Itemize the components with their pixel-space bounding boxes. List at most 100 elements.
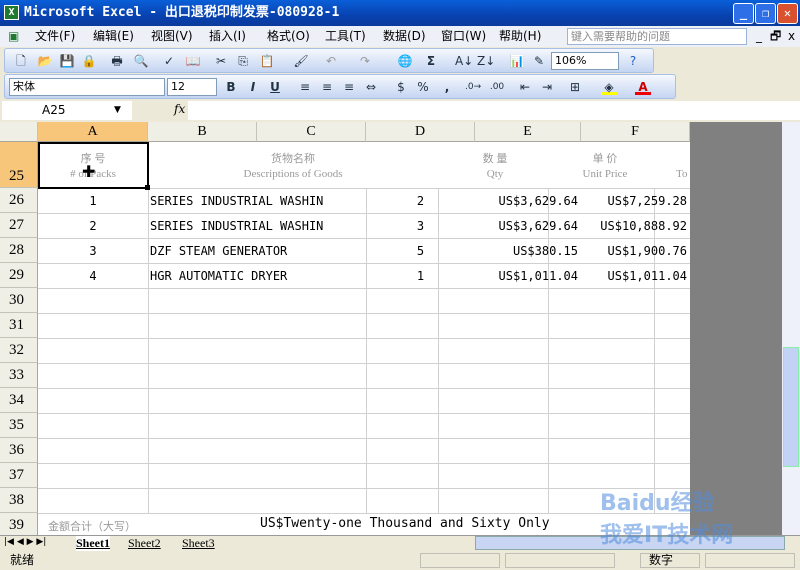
column-header-c[interactable]: C bbox=[257, 122, 366, 142]
cell-qty[interactable]: 3 bbox=[366, 219, 475, 233]
row-header[interactable]: 38 bbox=[0, 488, 38, 513]
font-color-icon[interactable]: A bbox=[635, 79, 651, 95]
doc-minimize-button[interactable]: _ bbox=[756, 26, 762, 47]
align-right-icon[interactable]: ≡ bbox=[341, 79, 357, 95]
cell-f[interactable]: US$1,900.76 bbox=[581, 244, 687, 258]
currency-icon[interactable]: $ bbox=[393, 79, 409, 95]
column-header-d[interactable]: D bbox=[366, 122, 475, 142]
column-header-f[interactable]: F bbox=[581, 122, 690, 142]
autosum-icon[interactable]: Σ bbox=[423, 53, 439, 69]
sort-descending-icon[interactable]: Z↓ bbox=[477, 53, 495, 69]
row-header[interactable]: 33 bbox=[0, 363, 38, 388]
cut-icon[interactable]: ✂ bbox=[213, 53, 229, 69]
increase-indent-icon[interactable]: ⇥ bbox=[539, 79, 555, 95]
vertical-scrollbar[interactable] bbox=[782, 122, 800, 535]
print-preview-icon[interactable]: 🔍 bbox=[133, 53, 149, 69]
zoom-select[interactable]: 106% bbox=[551, 52, 619, 70]
row-header[interactable]: 32 bbox=[0, 338, 38, 363]
cell-desc[interactable]: DZF STEAM GENERATOR bbox=[150, 244, 287, 258]
format-painter-icon[interactable]: 🖌 bbox=[293, 53, 309, 69]
row-header[interactable]: 35 bbox=[0, 413, 38, 438]
drawing-icon[interactable]: ✎ bbox=[531, 53, 547, 69]
bold-button[interactable]: B bbox=[223, 79, 239, 95]
comma-button[interactable]: , bbox=[439, 79, 455, 95]
sort-ascending-icon[interactable]: A↓ bbox=[455, 53, 473, 69]
open-icon[interactable]: 📂 bbox=[37, 53, 53, 69]
chevron-down-icon[interactable]: ▼ bbox=[114, 101, 121, 120]
permission-icon[interactable]: 🔒 bbox=[81, 53, 97, 69]
help-search-input[interactable]: 键入需要帮助的问题 bbox=[567, 28, 747, 45]
fill-handle[interactable] bbox=[145, 185, 150, 190]
row-header[interactable]: 34 bbox=[0, 388, 38, 413]
paste-icon[interactable]: 📋 bbox=[259, 53, 275, 69]
merge-center-icon[interactable]: ⇔ bbox=[363, 79, 379, 95]
scroll-thumb[interactable] bbox=[783, 347, 799, 467]
workbook-icon[interactable]: ▣ bbox=[8, 26, 19, 47]
decrease-indent-icon[interactable]: ⇤ bbox=[517, 79, 533, 95]
decrease-decimal-icon[interactable]: .00 bbox=[489, 79, 505, 95]
cell-desc[interactable]: SERIES INDUSTRIAL WASHIN bbox=[150, 194, 323, 208]
menu-file[interactable]: 文件(F) bbox=[35, 26, 75, 47]
tab-nav-arrows-icon[interactable]: |◀ ◀ ▶ ▶| bbox=[4, 537, 46, 547]
cell-desc[interactable]: SERIES INDUSTRIAL WASHIN bbox=[150, 219, 323, 233]
cell-e[interactable]: US$380.15 bbox=[475, 244, 578, 258]
tab-sheet2[interactable]: Sheet2 bbox=[128, 536, 161, 551]
menu-insert[interactable]: 插入(I) bbox=[209, 26, 246, 47]
menu-help[interactable]: 帮助(H) bbox=[499, 26, 541, 47]
doc-restore-button[interactable]: 🗗 bbox=[770, 26, 781, 47]
row-header[interactable]: 31 bbox=[0, 313, 38, 338]
underline-button[interactable]: U bbox=[267, 79, 283, 95]
align-left-icon[interactable]: ≡ bbox=[297, 79, 313, 95]
cell-f[interactable]: US$1,011.04 bbox=[581, 269, 687, 283]
cell-qty[interactable]: 5 bbox=[366, 244, 475, 258]
row-header[interactable]: 37 bbox=[0, 463, 38, 488]
column-header-e[interactable]: E bbox=[475, 122, 581, 142]
save-icon[interactable]: 💾 bbox=[59, 53, 75, 69]
insert-function-button[interactable]: fx bbox=[174, 102, 185, 116]
formula-input[interactable] bbox=[188, 101, 800, 120]
column-header-b[interactable]: B bbox=[148, 122, 257, 142]
italic-button[interactable]: I bbox=[245, 79, 261, 95]
align-center-icon[interactable]: ≡ bbox=[319, 79, 335, 95]
borders-icon[interactable]: ⊞ bbox=[567, 79, 583, 95]
cell-f[interactable]: US$10,888.92 bbox=[581, 219, 687, 233]
fill-color-icon[interactable]: ◈ bbox=[601, 79, 617, 95]
redo-icon[interactable]: ↷ bbox=[357, 53, 373, 69]
row-header[interactable]: 36 bbox=[0, 438, 38, 463]
print-icon[interactable]: 🖶 bbox=[109, 53, 125, 69]
menu-edit[interactable]: 编辑(E) bbox=[93, 26, 134, 47]
cell-e[interactable]: US$1,011.04 bbox=[475, 269, 578, 283]
row-header[interactable]: 39 bbox=[0, 513, 38, 535]
tab-sheet3[interactable]: Sheet3 bbox=[182, 536, 215, 551]
row-header-25[interactable]: 25 bbox=[0, 142, 38, 188]
cell-e[interactable]: US$3,629.64 bbox=[475, 194, 578, 208]
menu-format[interactable]: 格式(O) bbox=[267, 26, 310, 47]
select-all-corner[interactable] bbox=[0, 122, 38, 142]
chart-wizard-icon[interactable]: 📊 bbox=[509, 53, 525, 69]
row-header[interactable]: 29 bbox=[0, 263, 38, 288]
cell-no[interactable]: 4 bbox=[38, 269, 148, 283]
increase-decimal-icon[interactable]: .0→ bbox=[465, 79, 481, 95]
menu-view[interactable]: 视图(V) bbox=[151, 26, 193, 47]
font-size-select[interactable]: 12 bbox=[167, 78, 217, 96]
cell-no[interactable]: 1 bbox=[38, 194, 148, 208]
undo-icon[interactable]: ↶ bbox=[323, 53, 339, 69]
column-header-a[interactable]: A bbox=[38, 122, 148, 142]
copy-icon[interactable]: ⎘ bbox=[235, 53, 251, 69]
row-header[interactable]: 30 bbox=[0, 288, 38, 313]
close-button[interactable]: ✕ bbox=[777, 3, 798, 24]
horizontal-scrollbar[interactable] bbox=[475, 536, 785, 550]
cell-e[interactable]: US$3,629.64 bbox=[475, 219, 578, 233]
cell-desc[interactable]: HGR AUTOMATIC DRYER bbox=[150, 269, 287, 283]
row-header[interactable]: 27 bbox=[0, 213, 38, 238]
minimize-button[interactable]: _ bbox=[733, 3, 754, 24]
spreadsheet-grid[interactable]: A B C D E F 25 序 号 # of Packs 货物名称 Descr… bbox=[0, 122, 690, 535]
font-select[interactable]: 宋体 bbox=[9, 78, 165, 96]
cell-qty[interactable]: 1 bbox=[366, 269, 475, 283]
percent-button[interactable]: % bbox=[415, 79, 431, 95]
cell-no[interactable]: 3 bbox=[38, 244, 148, 258]
restore-button[interactable]: ❐ bbox=[755, 3, 776, 24]
cell-no[interactable]: 2 bbox=[38, 219, 148, 233]
cell-f[interactable]: US$7,259.28 bbox=[581, 194, 687, 208]
help-icon[interactable]: ? bbox=[625, 53, 641, 69]
